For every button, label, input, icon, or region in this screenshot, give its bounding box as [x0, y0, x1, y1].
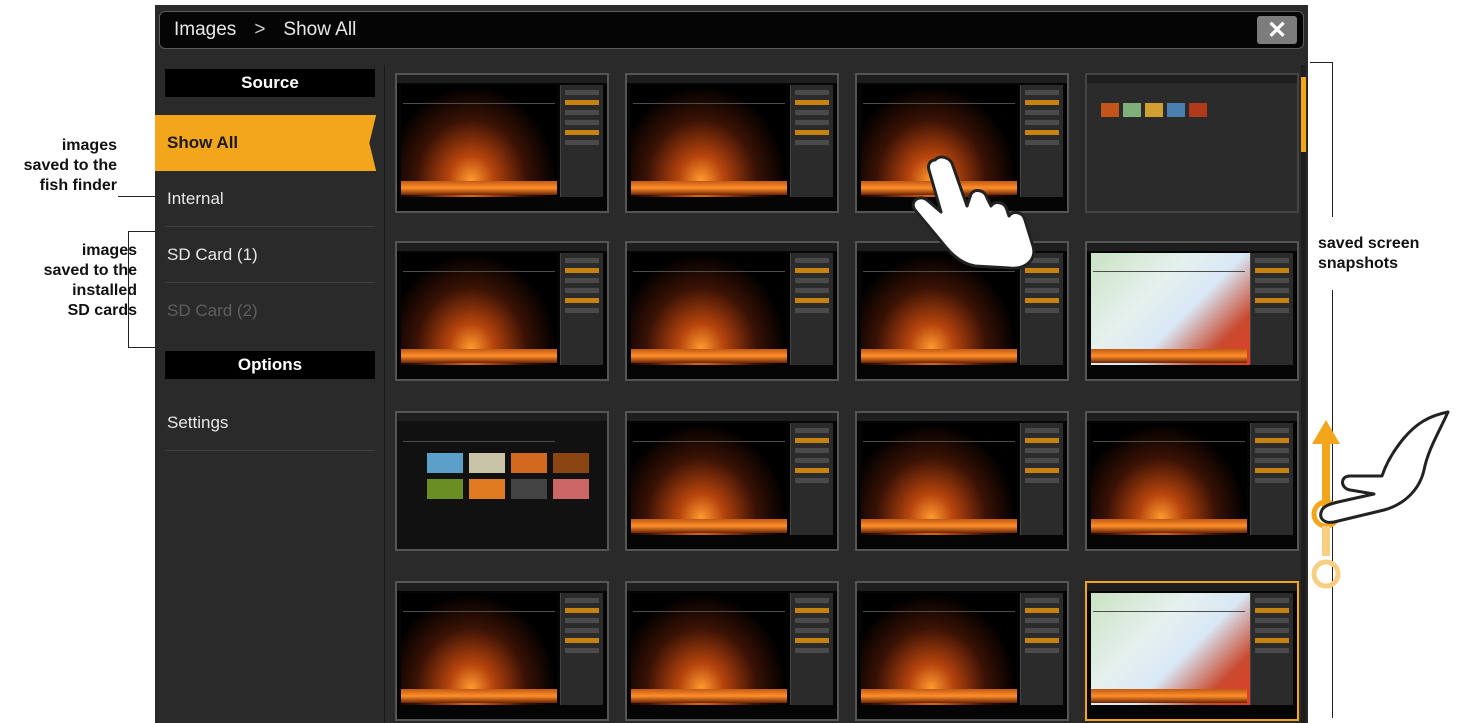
- tap-hand-icon: [911, 155, 1036, 270]
- snapshot-thumbnail[interactable]: [625, 241, 839, 381]
- snapshot-thumbnail[interactable]: [855, 581, 1069, 721]
- snapshot-thumbnail[interactable]: [1085, 581, 1299, 721]
- sidebar-item-settings[interactable]: Settings: [165, 395, 375, 451]
- annotation-snapshots-bracket-top: [1310, 62, 1333, 63]
- snapshot-thumbnail[interactable]: [1085, 411, 1299, 551]
- close-button[interactable]: ✕: [1257, 16, 1297, 44]
- snapshot-thumbnail[interactable]: [395, 241, 609, 381]
- snapshot-thumbnail[interactable]: [625, 73, 839, 213]
- swipe-up-hand-icon: [1319, 410, 1450, 524]
- sidebar-item-sd-card-2: SD Card (2): [167, 301, 258, 320]
- annotation-internal-images: images saved to the fish finder: [23, 137, 117, 194]
- breadcrumb-separator: >: [254, 19, 266, 40]
- annotation-saved-snapshots: saved screen snapshots: [1318, 235, 1420, 272]
- snapshot-thumbnail[interactable]: [395, 411, 609, 551]
- breadcrumb-show-all: Show All: [283, 19, 357, 40]
- sidebar-item-internal[interactable]: Internal: [165, 171, 375, 227]
- sidebar: Source Show All Internal SD Card (1) SD …: [155, 57, 379, 723]
- snapshot-thumbnail[interactable]: [395, 581, 609, 721]
- snapshot-thumbnail[interactable]: [1085, 241, 1299, 381]
- annotation-snapshots-bracket-vertical: [1332, 62, 1333, 217]
- fish-finder-screen: Images > Show All ✕ Source Show All Inte…: [155, 5, 1308, 723]
- source-header: Source: [165, 69, 375, 97]
- snapshot-thumbnail[interactable]: [625, 581, 839, 721]
- snapshot-thumbnail[interactable]: [1085, 73, 1299, 213]
- breadcrumb: Images > Show All: [174, 19, 356, 41]
- snapshot-thumbnail[interactable]: [855, 411, 1069, 551]
- breadcrumb-images[interactable]: Images: [174, 19, 236, 41]
- scrollbar[interactable]: [1301, 65, 1306, 723]
- title-bar: Images > Show All ✕: [159, 11, 1304, 49]
- close-icon: ✕: [1266, 16, 1288, 44]
- scrollbar-thumb[interactable]: [1301, 77, 1306, 152]
- snapshot-thumbnail[interactable]: [395, 73, 609, 213]
- annotation-sd-bracket-vertical: [128, 231, 129, 348]
- annotation-sd-card-images: images saved to the installed SD cards: [43, 242, 137, 319]
- sidebar-item-show-all[interactable]: Show All: [155, 115, 377, 171]
- sidebar-item-sd-card-1[interactable]: SD Card (1): [165, 227, 375, 283]
- snapshot-thumbnail[interactable]: [625, 411, 839, 551]
- options-header: Options: [165, 351, 375, 379]
- image-grid: [384, 65, 1299, 723]
